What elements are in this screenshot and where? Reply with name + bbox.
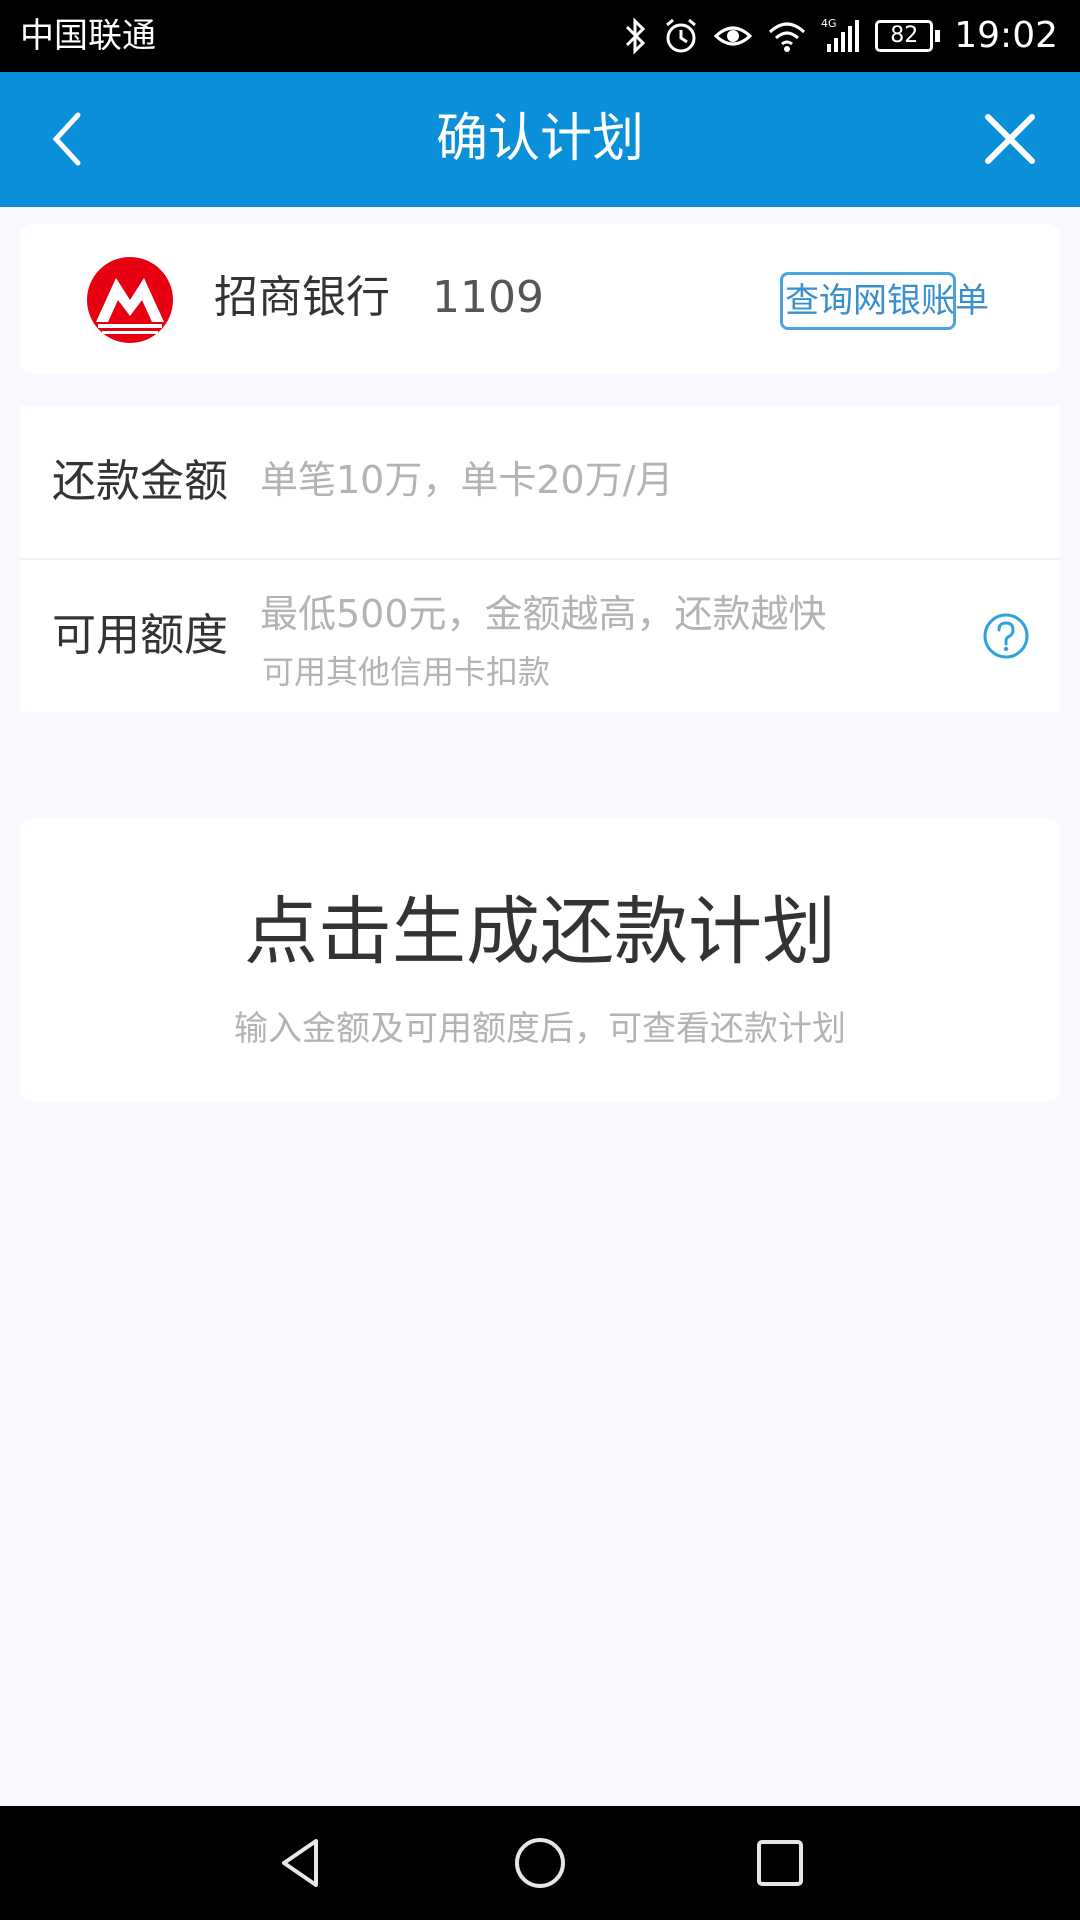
amount-input[interactable] [260, 450, 1000, 510]
bank-name: 招商银行 [214, 272, 390, 323]
bank-card: 招商银行 1109 查询网银账单 [20, 224, 1060, 374]
battery-icon: 82 [875, 20, 941, 52]
signal-icon: 4G [821, 17, 860, 52]
question-circle-icon[interactable] [982, 612, 1030, 660]
status-icons: 4G 82 19:02 [623, 10, 1058, 62]
status-bar: 中国联通 4G 82 19:02 [0, 0, 1080, 72]
generate-plan-title: 点击生成还款计划 [244, 889, 836, 975]
amount-label: 还款金额 [52, 456, 228, 507]
amount-row: 还款金额 [20, 406, 1060, 560]
card-tail-number: 1109 [432, 272, 544, 323]
nav-recents-icon[interactable] [750, 1833, 810, 1893]
generate-plan-card[interactable]: 点击生成还款计划 输入金额及可用额度后，可查看还款计划 [20, 818, 1060, 1102]
eye-icon [714, 26, 753, 46]
network-type: 4G [821, 17, 837, 30]
bluetooth-icon [626, 17, 646, 55]
page-title: 确认计划 [435, 109, 644, 169]
credit-input[interactable] [260, 586, 860, 642]
query-bill-button[interactable]: 查询网银账单 [780, 272, 989, 330]
app-header: 确认计划 [0, 72, 1080, 207]
repayment-form: 还款金额 可用额度 可用其他信用卡扣款 [20, 406, 1060, 712]
credit-row: 可用额度 可用其他信用卡扣款 [20, 560, 1060, 712]
generate-plan-subtitle: 输入金额及可用额度后，可查看还款计划 [234, 1009, 846, 1049]
nav-bar [0, 1806, 1080, 1920]
clock: 19:02 [954, 15, 1058, 56]
close-icon[interactable] [980, 109, 1040, 169]
bank-logo-icon [87, 257, 173, 343]
nav-back-icon[interactable] [272, 1833, 332, 1893]
battery-level: 82 [875, 20, 934, 52]
wifi-icon [769, 22, 806, 52]
carrier-name: 中国联通 [20, 16, 156, 56]
credit-label: 可用额度 [52, 610, 228, 661]
credit-hint: 可用其他信用卡扣款 [262, 653, 551, 691]
nav-home-icon[interactable] [510, 1833, 570, 1893]
alarm-icon [666, 18, 697, 53]
